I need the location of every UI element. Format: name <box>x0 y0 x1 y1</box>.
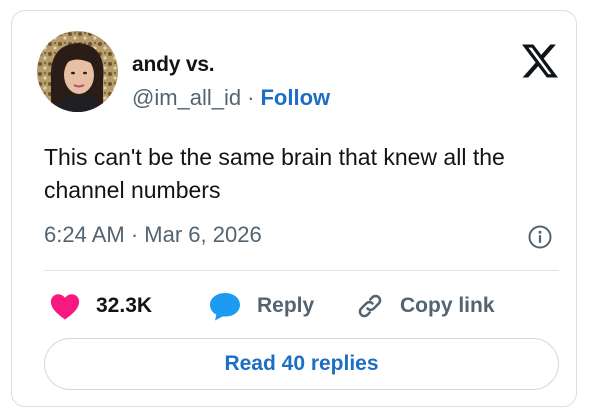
like-count: 32.3K <box>96 294 153 317</box>
read-replies-label: Read 40 replies <box>224 352 379 375</box>
tweet-text: This can't be the same brain that knew a… <box>44 144 505 203</box>
heart-icon <box>50 293 80 320</box>
author-handle-row: @im_all_id · Follow <box>132 85 330 111</box>
x-logo-icon[interactable] <box>522 44 558 78</box>
copy-link-button[interactable]: Copy link <box>355 291 495 321</box>
follow-link[interactable]: Follow <box>260 85 330 110</box>
reply-button[interactable]: Reply <box>208 291 314 321</box>
timestamp-separator: · <box>130 222 139 247</box>
handle-separator: · <box>247 85 255 110</box>
read-replies-button[interactable]: Read 40 replies <box>44 338 559 390</box>
tweet-card: andy vs. @im_all_id · Follow This can't be… <box>11 10 577 407</box>
reply-label: Reply <box>257 294 315 317</box>
avatar[interactable] <box>37 31 118 112</box>
tweet-time: 6:24 AM <box>44 222 125 247</box>
info-icon[interactable] <box>527 224 553 250</box>
tweet-date: Mar 6, 2026 <box>144 222 262 247</box>
author-handle[interactable]: @im_all_id <box>132 85 241 110</box>
copy-link-label: Copy link <box>400 294 495 317</box>
like-button[interactable]: 32.3K <box>50 291 152 321</box>
tweet-timestamp[interactable]: 6:24 AM · Mar 6, 2026 <box>44 222 262 248</box>
author-name[interactable]: andy vs. <box>132 53 215 77</box>
speech-bubble-icon <box>208 291 242 321</box>
link-icon <box>355 291 385 321</box>
divider <box>44 270 559 271</box>
